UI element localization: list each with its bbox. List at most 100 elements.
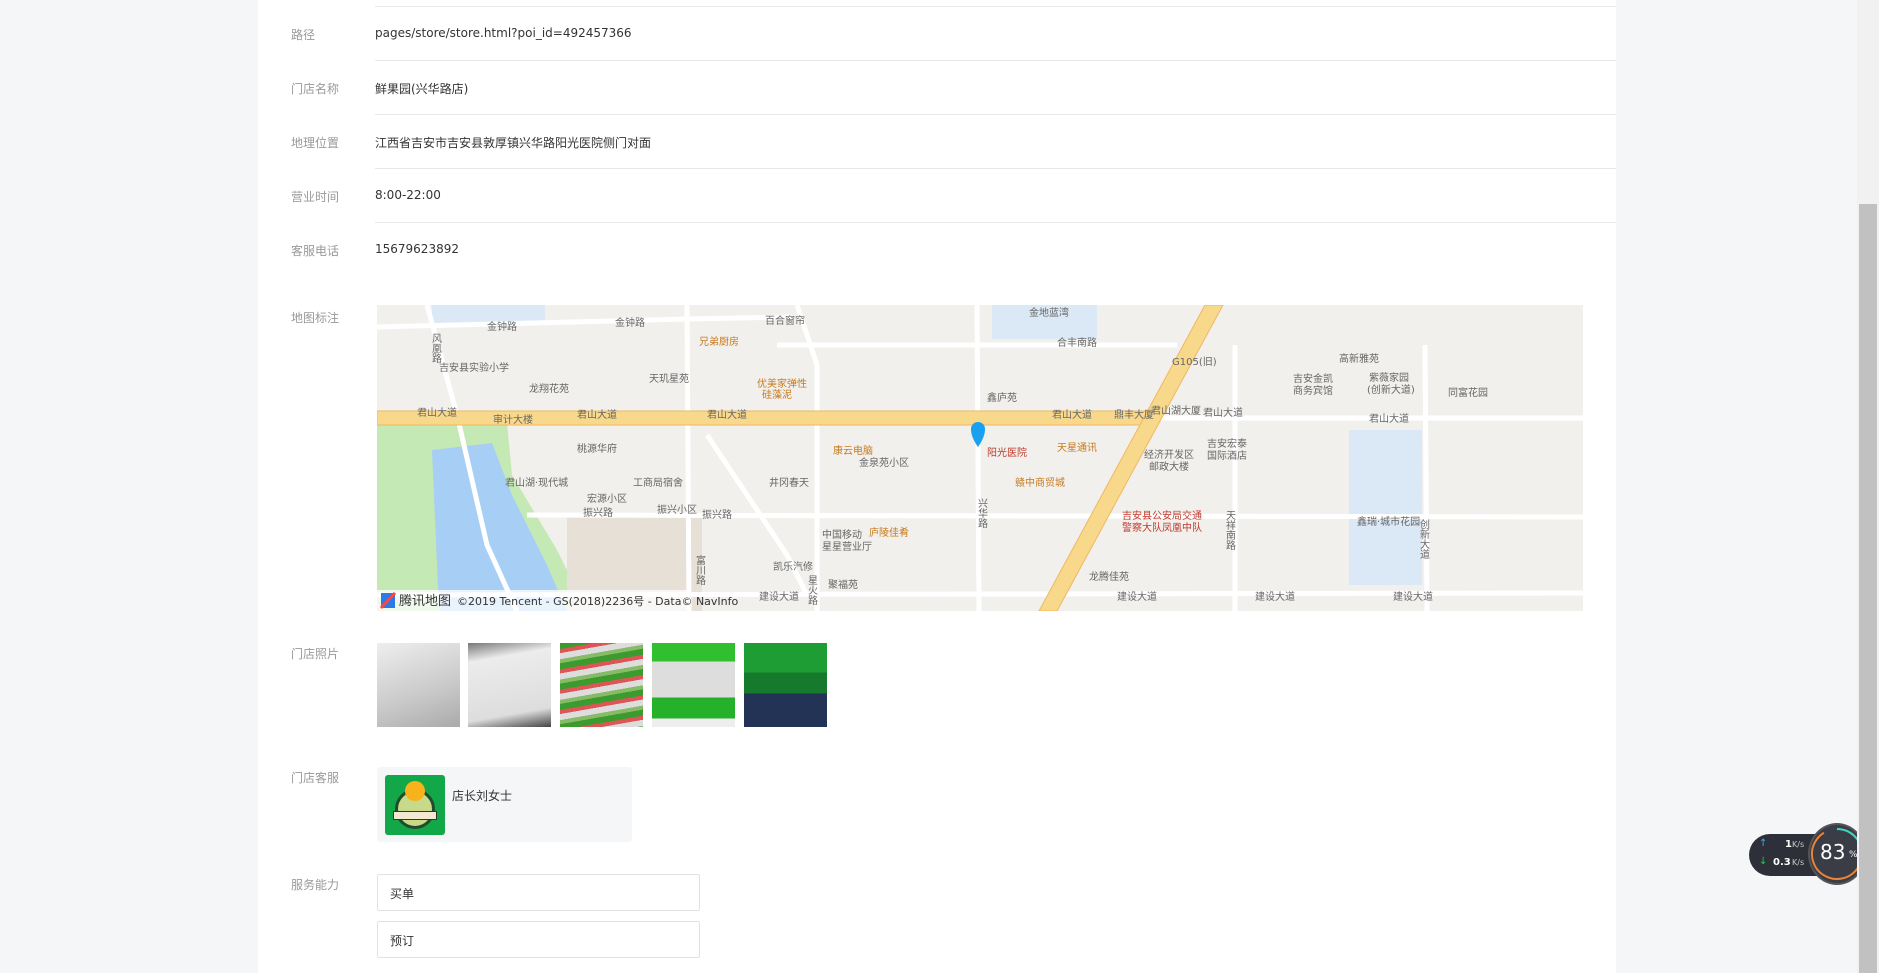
map-place-label: 振兴路: [702, 508, 732, 521]
map-place-label: (创新大道): [1367, 383, 1415, 396]
store-photo[interactable]: [744, 643, 827, 727]
map-place-label: 康云电脑: [833, 444, 873, 457]
map-place-label: 振兴路: [583, 506, 613, 519]
map-place-label: 鼎丰大厦: [1114, 408, 1154, 421]
store-photo[interactable]: [468, 643, 551, 727]
map-place-label: 同富花园: [1448, 386, 1488, 399]
map-view[interactable]: 金钟路 金钟路风凰路 吉安县实验小学龙翔花苑 天玑星苑 兄弟厨房 百合窗帘优美家弹性 硅藻泥…: [377, 305, 1583, 611]
scrollbar-thumb[interactable]: [1859, 204, 1877, 973]
field-row-location: 地理位置 江西省吉安市吉安县敦厚镇兴华路阳光医院侧门对面: [258, 114, 1583, 168]
map-place-label: 风凰路: [430, 333, 442, 364]
field-label: 营业时间: [291, 190, 340, 204]
map-place-label: 君山大道: [707, 408, 747, 421]
map-place-label: 聚福苑: [828, 578, 858, 591]
map-place-label: 鑫瑞·城市花园: [1357, 515, 1420, 528]
field-label: 地理位置: [291, 136, 340, 150]
map-place-label: 君山大道: [417, 406, 457, 419]
store-photo[interactable]: [652, 643, 735, 727]
map-place-label: 商务宾馆: [1293, 384, 1333, 397]
upload-speed: 1: [1785, 839, 1792, 850]
map-place-label: 工商局宿舍: [633, 476, 683, 489]
field-value: 江西省吉安市吉安县敦厚镇兴华路阳光医院侧门对面: [375, 136, 652, 150]
map-place-label: 吉安县实验小学: [439, 361, 509, 374]
capability-item-reserve[interactable]: 预订: [377, 921, 700, 958]
avatar: [385, 775, 445, 835]
download-speed: 0.3: [1773, 857, 1791, 868]
map-place-label: 兄弟厨房: [699, 335, 739, 348]
map-place-label: 中国移动: [822, 528, 862, 541]
map-place-label: 经济开发区: [1144, 448, 1194, 461]
upload-unit: K/s: [1792, 840, 1805, 849]
store-photo[interactable]: [377, 643, 460, 727]
map-place-label: 赣中商贸城: [1015, 476, 1065, 489]
map-place-label: 振兴小区: [657, 503, 697, 516]
map-place-label: 君山大道: [1203, 406, 1243, 419]
map-place-label: 君山大道: [1052, 408, 1092, 421]
map-place-label: 百合窗帘: [765, 314, 805, 327]
service-contact-name: 店长刘女士: [452, 789, 513, 803]
map-place-label: 金泉苑小区: [859, 456, 909, 469]
field-label: 路径: [291, 28, 316, 42]
service-label: 门店客服: [291, 771, 340, 785]
capability-item-pay[interactable]: 买单: [377, 874, 700, 911]
field-row-store-name: 门店名称 鲜果园(兴华路店): [258, 60, 1583, 114]
store-photo[interactable]: [560, 643, 643, 727]
memory-percent: 83: [1820, 840, 1846, 864]
map-place-label: 君山大道: [577, 408, 617, 421]
map-place-label: G105(旧): [1172, 356, 1217, 368]
map-place-label: 桃源华府: [577, 442, 617, 455]
upload-arrow-icon: ↑: [1759, 838, 1768, 849]
map-brand: 腾讯地图: [399, 593, 451, 609]
map-place-label: 建设大道: [1255, 590, 1295, 603]
map-place-label: 吉安金凯: [1293, 372, 1333, 385]
map-place-label: 鑫庐苑: [987, 391, 1017, 404]
photos-label: 门店照片: [291, 647, 340, 661]
map-place-label: 金钟路: [487, 320, 517, 333]
map-place-label: 审计大楼: [493, 413, 533, 426]
map-place-label: 兴华路: [976, 498, 988, 529]
field-value: 15679623892: [375, 242, 459, 256]
map-place-label: 君山大道: [1369, 412, 1409, 425]
map-canvas: 金钟路 金钟路风凰路吉安县实验小学龙翔花苑 天玑星苑 兄弟厨房 百合窗帘优美家弹性硅藻泥…: [377, 305, 1583, 611]
map-copyright: ©2019 Tencent - GS(2018)2236号 - Data© Na…: [457, 595, 739, 608]
map-place-label: 建设大道: [759, 590, 799, 603]
map-place-label: 龙翔花苑: [529, 382, 569, 395]
map-place-label: 紫薇家园: [1369, 371, 1409, 384]
tencent-map-logo-icon: [379, 591, 397, 610]
service-contact-card[interactable]: 店长刘女士: [377, 767, 632, 842]
map-place-label: 警察大队凤凰中队: [1122, 521, 1202, 534]
map-place-label: 天玑星苑: [649, 372, 689, 385]
field-row-phone: 客服电话 15679623892: [258, 222, 1583, 276]
map-place-label: 邮政大楼: [1149, 460, 1189, 473]
map-place-label: 创新大道: [1418, 518, 1430, 559]
download-arrow-icon: ↓: [1759, 856, 1768, 867]
map-place-label: 君山湖大厦: [1151, 404, 1201, 417]
map-place-label: 吉安宏泰: [1207, 437, 1247, 450]
store-detail-card: 路径 pages/store/store.html?poi_id=4924573…: [258, 0, 1616, 973]
field-label: 客服电话: [291, 244, 340, 258]
map-place-label: 金地蓝湾: [1029, 306, 1069, 319]
map-place-label: 富川路: [694, 554, 706, 586]
map-place-label: 庐陵佳肴: [869, 526, 909, 539]
map-place-label: 宏源小区: [587, 492, 627, 505]
field-row-hours: 营业时间 8:00-22:00: [258, 168, 1583, 222]
map-place-label: 井冈春天: [769, 476, 809, 489]
map-place-label: 优美家弹性: [757, 377, 807, 390]
map-place-label: 硅藻泥: [762, 388, 792, 401]
capability-label: 服务能力: [291, 878, 340, 892]
map-place-label: 金钟路: [615, 316, 645, 329]
map-place-label: 合丰南路: [1057, 336, 1097, 349]
map-place-label: 凯乐汽修: [773, 560, 813, 573]
field-label: 门店名称: [291, 82, 340, 96]
map-place-label: 星星营业厅: [822, 540, 872, 553]
field-value: 鲜果园(兴华路店): [375, 82, 469, 96]
download-unit: K/s: [1792, 858, 1805, 867]
map-place-label: 天星通讯: [1057, 442, 1097, 454]
field-value: pages/store/store.html?poi_id=492457366: [375, 26, 632, 40]
map-pin-icon[interactable]: [971, 422, 985, 447]
field-row-path: 路径 pages/store/store.html?poi_id=4924573…: [258, 6, 1583, 60]
map-label: 地图标注: [291, 311, 340, 325]
map-place-label: 天祥南路: [1224, 510, 1236, 551]
map-place-label: 龙腾佳苑: [1089, 570, 1129, 583]
map-place-label: 君山湖·现代城: [505, 477, 568, 489]
